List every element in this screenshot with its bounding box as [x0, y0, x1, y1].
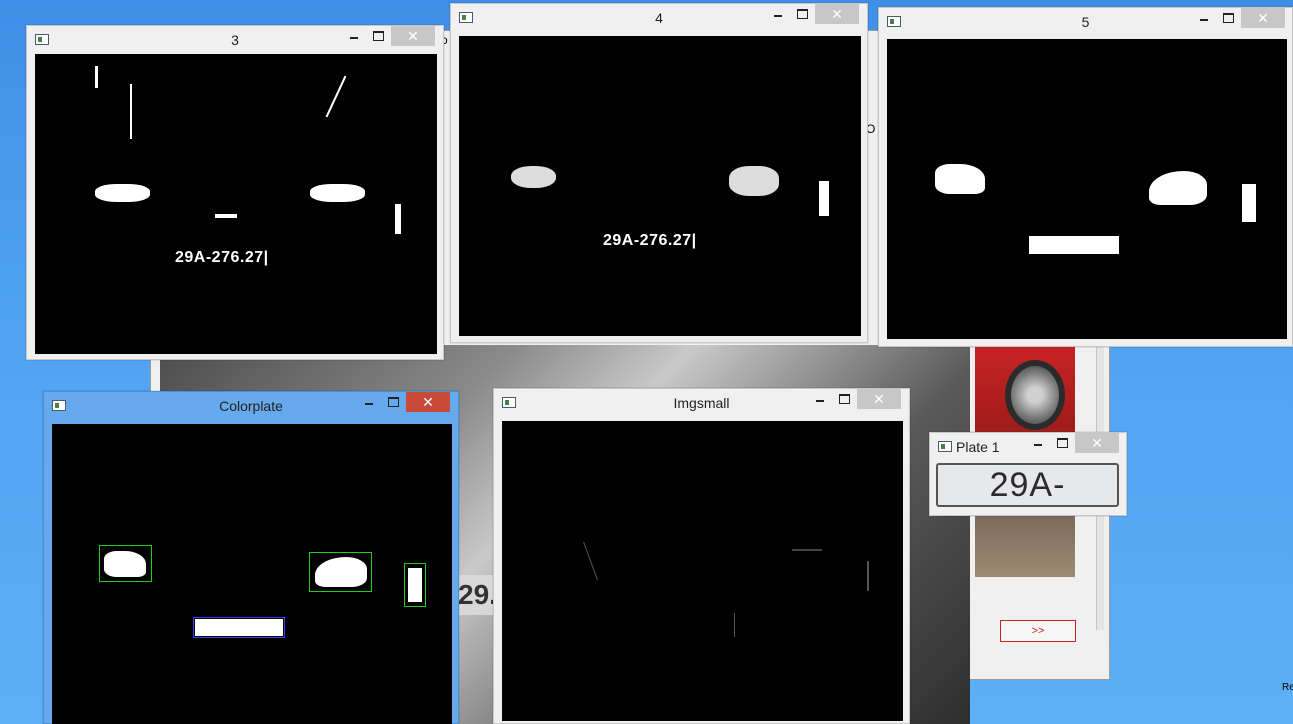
faint-edge [867, 561, 869, 591]
window-title: Plate 1 [956, 439, 1000, 455]
morphology-image [887, 39, 1287, 339]
titlebar[interactable]: 4 ✕ [451, 4, 867, 30]
titlebar[interactable]: 3 ✕ [27, 26, 443, 52]
edge-image: 29A-276.27| [459, 36, 861, 336]
headlight-blob [315, 557, 367, 587]
window-plate-1[interactable]: Plate 1 ✕ 29A-276.27 [929, 432, 1127, 516]
titlebar[interactable]: Colorplate ✕ [44, 392, 458, 418]
close-button[interactable]: ✕ [406, 392, 450, 412]
desktop-corner-text: Re [1282, 682, 1293, 693]
minimize-icon[interactable] [343, 26, 365, 46]
close-button[interactable]: ✕ [857, 389, 901, 409]
small-image [502, 421, 903, 721]
close-button[interactable]: ✕ [1075, 433, 1119, 453]
close-button[interactable]: ✕ [1241, 8, 1285, 28]
plate-fragment: 29. [458, 575, 498, 615]
window-5[interactable]: 5 ✕ [878, 7, 1293, 347]
headlight-blob [1149, 171, 1207, 205]
fog-light-blob [408, 568, 422, 602]
next-button[interactable]: >> [1000, 620, 1076, 642]
minimize-icon[interactable] [809, 389, 831, 409]
edge-mark [395, 204, 401, 234]
faint-edge [792, 549, 822, 551]
license-plate-image: 29A-276.27 [936, 463, 1119, 507]
close-button[interactable]: ✕ [815, 4, 859, 24]
window-imgsmall[interactable]: Imgsmall ✕ [493, 388, 910, 724]
edge-mark [130, 84, 132, 139]
titlebar[interactable]: Plate 1 ✕ [930, 433, 1126, 459]
headlight-edge [310, 184, 365, 202]
maximize-icon[interactable] [1051, 433, 1073, 453]
edge-mark [325, 75, 347, 118]
maximize-icon[interactable] [791, 4, 813, 24]
maximize-icon[interactable] [833, 389, 855, 409]
headlight-edge [511, 166, 556, 188]
minimize-icon[interactable] [1027, 433, 1049, 453]
car-wheel-image [1005, 360, 1065, 430]
window-colorplate[interactable]: Colorplate ✕ [43, 391, 459, 724]
minimize-icon[interactable] [358, 392, 380, 412]
window-4[interactable]: 4 ✕ 29A-276.27| [450, 3, 868, 343]
headlight-edge [729, 166, 779, 196]
detection-image [52, 424, 452, 724]
titlebar[interactable]: Imgsmall ✕ [494, 389, 909, 415]
edge-image: 29A-276.27| [35, 54, 437, 354]
maximize-icon[interactable] [367, 26, 389, 46]
headlight-edge [95, 184, 150, 202]
close-button[interactable]: ✕ [391, 26, 435, 46]
maximize-icon[interactable] [382, 392, 404, 412]
plate-blob [1029, 236, 1119, 254]
minimize-icon[interactable] [767, 4, 789, 24]
plate-blob [195, 619, 283, 636]
window-3[interactable]: 3 ✕ 29A-276.27| [26, 25, 444, 360]
faint-edge [583, 542, 598, 580]
window-icon[interactable] [938, 441, 952, 452]
edge-mark [215, 214, 237, 218]
titlebar[interactable]: 5 ✕ [879, 8, 1292, 34]
edge-mark [819, 181, 829, 216]
plate-text: 29A-276.27| [175, 249, 269, 266]
plate-text: 29A-276.27| [603, 232, 697, 249]
headlight-blob [104, 551, 146, 577]
faint-edge [734, 613, 735, 637]
maximize-icon[interactable] [1217, 8, 1239, 28]
fog-light-blob [1242, 184, 1256, 222]
minimize-icon[interactable] [1193, 8, 1215, 28]
edge-mark [95, 66, 98, 88]
headlight-blob [935, 164, 985, 194]
